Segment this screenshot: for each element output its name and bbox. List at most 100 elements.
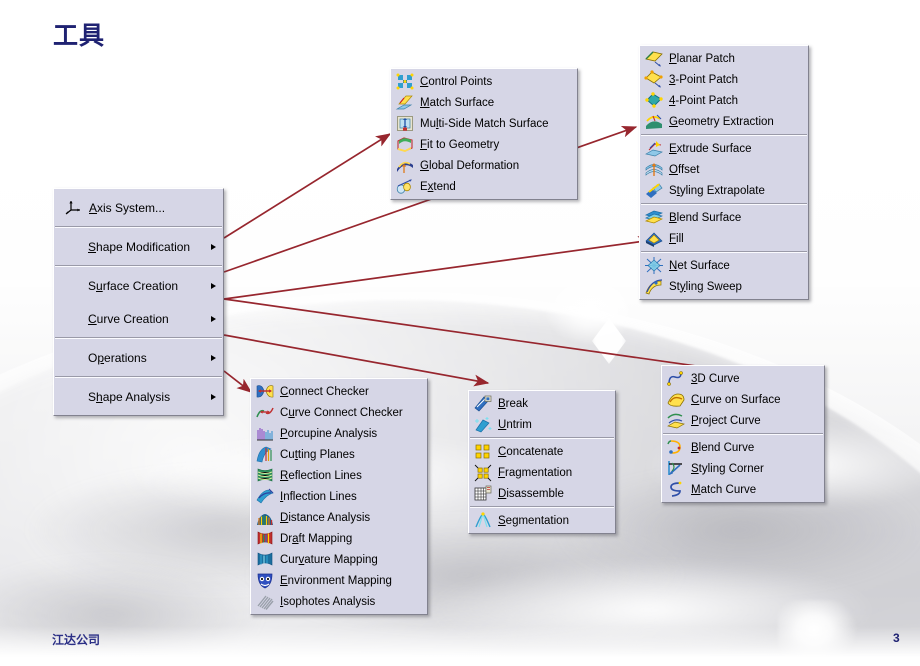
menu-item-draft-mapping[interactable]: Draft Mapping (251, 528, 427, 549)
project-curve-icon (666, 411, 686, 430)
menu-item-match-surface[interactable]: Match Surface (391, 92, 577, 113)
menu-item-blend-surface[interactable]: Blend Surface (640, 207, 808, 228)
planar-patch-icon (644, 49, 664, 68)
connect-checker-icon (255, 382, 275, 401)
menu-item-label: Porcupine Analysis (280, 427, 378, 440)
menu-item-break[interactable]: Break (469, 393, 615, 414)
menu-item-concatenate[interactable]: Concatenate (469, 441, 615, 462)
menu-item-curve-on-surface[interactable]: Curve on Surface (662, 389, 824, 410)
axis-system-icon (64, 198, 84, 217)
menu-item-project-curve[interactable]: Project Curve (662, 410, 824, 431)
menu-item-axis-system[interactable]: Axis System... (54, 191, 223, 224)
shape-analysis-menu[interactable]: Connect Checker Curve Connect Checker Po… (250, 378, 428, 615)
menu-item-label: Extrude Surface (669, 142, 752, 155)
menu-item-label: 3D Curve (691, 372, 740, 385)
menu-item-fragmentation[interactable]: Fragmentation (469, 462, 615, 483)
menu-items: Connect Checker Curve Connect Checker Po… (251, 381, 427, 612)
menu-separator (55, 376, 222, 378)
menu-item-global-deformation[interactable]: Global Deformation (391, 155, 577, 176)
menu-item-blend-curve[interactable]: Blend Curve (662, 437, 824, 458)
menu-item-planar-patch[interactable]: Planar Patch (640, 48, 808, 69)
three-d-curve-icon (666, 369, 686, 388)
menu-item-surface-creation[interactable]: Surface Creation (54, 269, 223, 302)
menu-item-label: Cutting Planes (280, 448, 355, 461)
menu-item-distance-analysis[interactable]: Distance Analysis (251, 507, 427, 528)
match-surface-icon (395, 93, 415, 112)
menu-item-curve-creation[interactable]: Curve Creation (54, 302, 223, 335)
menu-item-environment-mapping[interactable]: Environment Mapping (251, 570, 427, 591)
three-point-patch-icon (644, 70, 664, 89)
menu-item-3d-curve[interactable]: 3D Curve (662, 368, 824, 389)
menu-item-disassemble[interactable]: Disassemble (469, 483, 615, 504)
menu-item-label: Draft Mapping (280, 532, 353, 545)
menu-item-untrim[interactable]: Untrim (469, 414, 615, 435)
menu-item-label: Isophotes Analysis (280, 595, 376, 608)
surface-creation-menu[interactable]: Planar Patch 3-Point Patch 4-Point Patch… (639, 45, 809, 300)
menu-item-label: Extend (420, 180, 456, 193)
menu-separator (641, 203, 807, 205)
extend-icon (395, 177, 415, 196)
tools-root-menu[interactable]: Axis System... Shape Modification Surfac… (53, 188, 224, 416)
menu-item-offset[interactable]: Offset (640, 159, 808, 180)
inflection-lines-icon (255, 487, 275, 506)
menu-item-curve-connect-checker[interactable]: Curve Connect Checker (251, 402, 427, 423)
concatenate-icon (473, 442, 493, 461)
menu-item-curvature-mapping[interactable]: Curvature Mapping (251, 549, 427, 570)
menu-item-label: Geometry Extraction (669, 115, 774, 128)
menu-item-segmentation[interactable]: Segmentation (469, 510, 615, 531)
menu-item-styling-extrapolate[interactable]: Styling Extrapolate (640, 180, 808, 201)
untrim-icon (473, 415, 493, 434)
fill-icon (644, 229, 664, 248)
chevron-right-icon (211, 315, 216, 322)
control-points-icon (395, 72, 415, 91)
menu-item-styling-sweep[interactable]: Styling Sweep (640, 276, 808, 297)
menu-item-inflection-lines[interactable]: Inflection Lines (251, 486, 427, 507)
menu-item-label: 4-Point Patch (669, 94, 739, 107)
menu-item-label: Blend Surface (669, 211, 742, 224)
menu-item-styling-corner[interactable]: Styling Corner (662, 458, 824, 479)
operations-menu[interactable]: Break Untrim Concatenate Fragmentation D… (468, 390, 616, 534)
menu-item-extend[interactable]: Extend (391, 176, 577, 197)
multi-side-match-surface-icon (395, 114, 415, 133)
menu-item-multi-side-match-surface[interactable]: Multi-Side Match Surface (391, 113, 577, 134)
menu-item-shape-analysis[interactable]: Shape Analysis (54, 380, 223, 413)
menu-item-3-point-patch[interactable]: 3-Point Patch (640, 69, 808, 90)
menu-item-net-surface[interactable]: Net Surface (640, 255, 808, 276)
menu-item-connect-checker[interactable]: Connect Checker (251, 381, 427, 402)
global-deformation-icon (395, 156, 415, 175)
menu-item-match-curve[interactable]: Match Curve (662, 479, 824, 500)
menu-item-shape-modification[interactable]: Shape Modification (54, 230, 223, 263)
shape-modification-menu[interactable]: Control Points Match Surface Multi-Side … (390, 68, 578, 200)
menu-item-extrude-surface[interactable]: Extrude Surface (640, 138, 808, 159)
menu-separator (55, 226, 222, 228)
menu-item-4-point-patch[interactable]: 4-Point Patch (640, 90, 808, 111)
curve-creation-menu[interactable]: 3D Curve Curve on Surface Project Curve … (661, 365, 825, 503)
menu-item-operations[interactable]: Operations (54, 341, 223, 374)
menu-item-porcupine-analysis[interactable]: Porcupine Analysis (251, 423, 427, 444)
menu-item-label: Curve on Surface (691, 393, 781, 406)
offset-icon (644, 160, 664, 179)
menu-item-label: Operations (88, 350, 147, 365)
menu-item-geometry-extraction[interactable]: Geometry Extraction (640, 111, 808, 132)
menu-item-fill[interactable]: Fill (640, 228, 808, 249)
segmentation-icon (473, 511, 493, 530)
menu-item-label: 3-Point Patch (669, 73, 739, 86)
menu-separator (55, 337, 222, 339)
menu-item-cutting-planes[interactable]: Cutting Planes (251, 444, 427, 465)
menu-item-control-points[interactable]: Control Points (391, 71, 577, 92)
porcupine-analysis-icon (255, 424, 275, 443)
net-surface-icon (644, 256, 664, 275)
fit-to-geometry-icon (395, 135, 415, 154)
background-bottom-fade (0, 626, 920, 666)
menu-items: Planar Patch 3-Point Patch 4-Point Patch… (640, 48, 808, 297)
menu-item-label: Fragmentation (498, 466, 573, 479)
menu-item-reflection-lines[interactable]: Reflection Lines (251, 465, 427, 486)
styling-sweep-icon (644, 277, 664, 296)
menu-item-label: Project Curve (691, 414, 761, 427)
menu-item-isophotes-analysis[interactable]: Isophotes Analysis (251, 591, 427, 612)
isophotes-analysis-icon (255, 592, 275, 611)
menu-item-label: Distance Analysis (280, 511, 371, 524)
menu-separator (641, 251, 807, 253)
menu-item-label: Inflection Lines (280, 490, 357, 503)
menu-item-fit-to-geometry[interactable]: Fit to Geometry (391, 134, 577, 155)
